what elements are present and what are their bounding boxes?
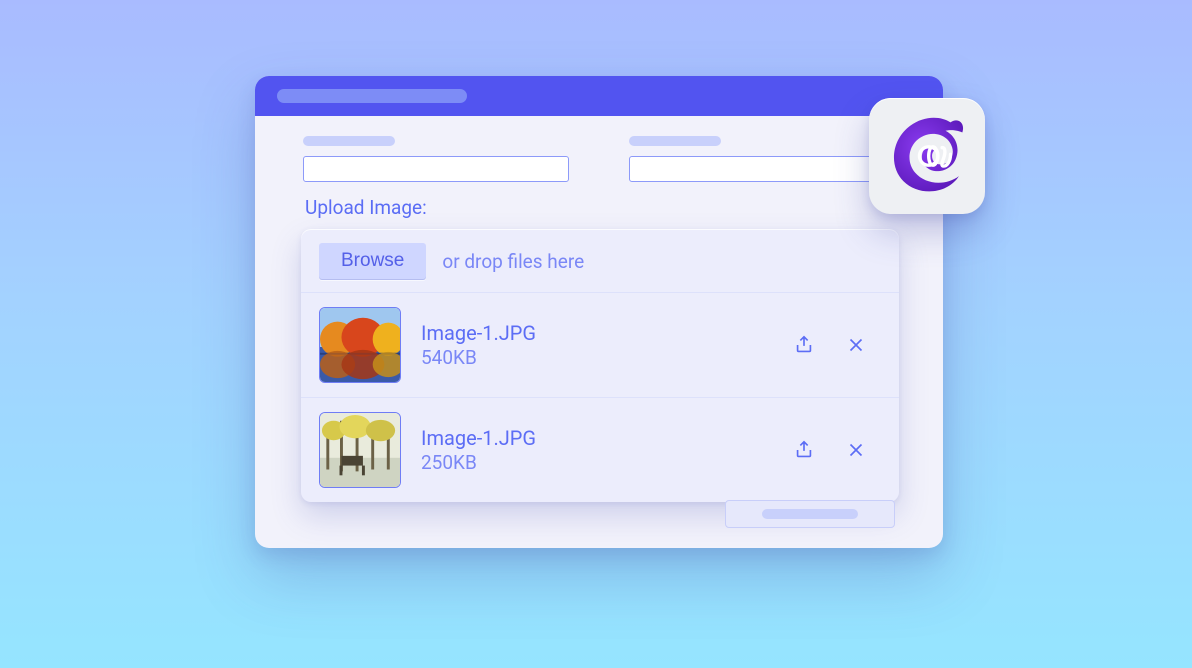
field-1-label-placeholder — [303, 136, 395, 146]
field-2 — [629, 136, 895, 182]
stage: Upload Image: Browse or drop files here — [0, 0, 1192, 668]
remove-icon[interactable] — [841, 330, 871, 360]
remove-icon[interactable] — [841, 435, 871, 465]
input-row — [303, 136, 895, 182]
file-size: 250KB — [421, 451, 769, 474]
file-name: Image-1.JPG — [421, 321, 769, 346]
file-text: Image-1.JPG 250KB — [421, 426, 769, 474]
file-thumbnail — [319, 307, 401, 383]
file-thumbnail — [319, 412, 401, 488]
footer-button[interactable] — [725, 500, 895, 528]
field-2-label-placeholder — [629, 136, 721, 146]
upload-label: Upload Image: — [305, 196, 895, 219]
title-placeholder — [277, 89, 467, 103]
file-row: Image-1.JPG 250KB — [301, 397, 899, 502]
file-actions — [789, 330, 871, 360]
browse-row[interactable]: Browse or drop files here — [301, 229, 899, 292]
drop-hint: or drop files here — [442, 250, 584, 273]
file-row: Image-1.JPG 540KB — [301, 292, 899, 397]
file-actions — [789, 435, 871, 465]
browse-button[interactable]: Browse — [319, 243, 426, 280]
file-text: Image-1.JPG 540KB — [421, 321, 769, 369]
field-1 — [303, 136, 569, 182]
blazor-logo-icon — [885, 114, 969, 198]
field-2-input[interactable] — [629, 156, 895, 182]
upload-card: Browse or drop files here — [301, 229, 899, 502]
footer-button-label-placeholder — [762, 509, 858, 519]
file-size: 540KB — [421, 346, 769, 369]
title-bar — [255, 76, 943, 116]
blazor-badge — [869, 98, 985, 214]
file-name: Image-1.JPG — [421, 426, 769, 451]
field-1-input[interactable] — [303, 156, 569, 182]
upload-icon[interactable] — [789, 330, 819, 360]
app-window: Upload Image: Browse or drop files here — [255, 76, 943, 548]
upload-icon[interactable] — [789, 435, 819, 465]
form-area: Upload Image: Browse or drop files here — [255, 116, 943, 502]
